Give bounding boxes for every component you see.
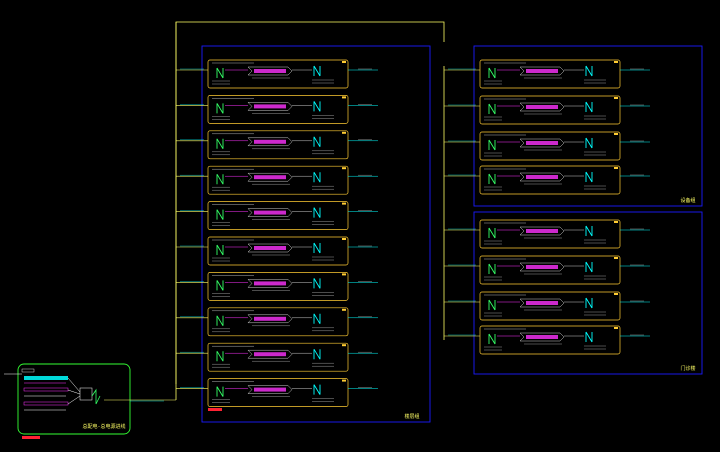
cable-core (526, 301, 558, 305)
group-label-floors: 楼层组 (404, 413, 419, 420)
module-number-tag (614, 61, 618, 63)
cable-core (254, 175, 286, 180)
cable-core (254, 352, 286, 357)
cable-core (526, 69, 558, 73)
wiring-diagram-canvas: 楼层组 设备组 门诊楼 总配电-总电源进线 (0, 0, 720, 452)
cable-core (526, 265, 558, 269)
module-number-tag (614, 221, 618, 223)
module-number-tag (342, 167, 346, 170)
source-label: 总配电-总电源进线 (82, 423, 125, 430)
module-number-tag (342, 308, 346, 311)
cable-core (254, 387, 286, 392)
cable-core (526, 175, 558, 179)
module-number-tag (614, 327, 618, 329)
module-number-tag (342, 202, 346, 205)
cable-core (254, 316, 286, 321)
module-number-tag (342, 96, 346, 99)
cable-core (526, 141, 558, 145)
module-number-tag (342, 344, 346, 347)
canvas-background (0, 0, 720, 452)
module-number-tag (614, 293, 618, 295)
module-number-tag (614, 167, 618, 169)
module-number-tag (342, 238, 346, 240)
cable-core (254, 210, 286, 215)
module-number-tag (342, 273, 346, 276)
cable-core (254, 246, 286, 250)
module-number-tag (342, 379, 346, 382)
source-cable-1 (24, 376, 68, 380)
module-number-tag (614, 97, 618, 99)
module-number-tag (614, 133, 618, 135)
cable-core (254, 281, 286, 286)
cable-core (526, 229, 558, 233)
source-red-tag (22, 436, 40, 439)
cable-core (254, 139, 286, 144)
cable-core (254, 104, 286, 109)
group-label-outpatient: 门诊楼 (680, 365, 695, 372)
cable-core (526, 105, 558, 109)
module-number-tag (614, 257, 618, 259)
cable-core (526, 335, 558, 339)
left-red-tag (208, 408, 222, 411)
cable-core (254, 69, 286, 73)
module-number-tag (342, 131, 346, 134)
group-label-equipment: 设备组 (680, 197, 695, 204)
module-number-tag (342, 61, 346, 63)
